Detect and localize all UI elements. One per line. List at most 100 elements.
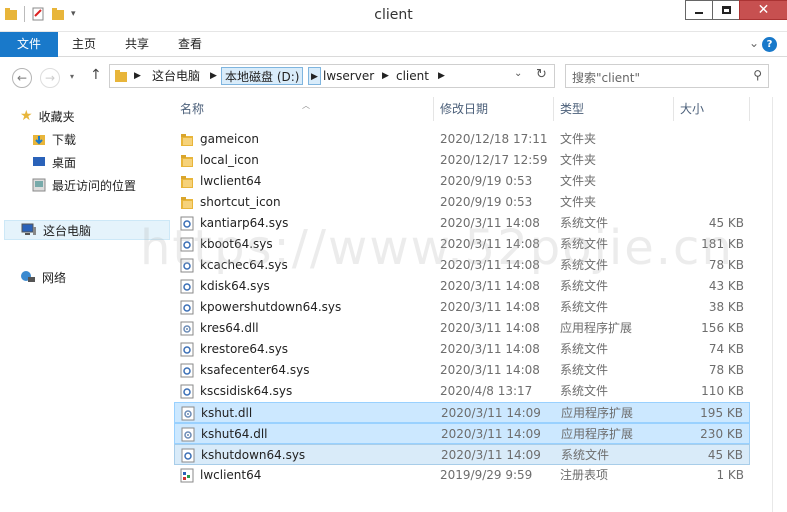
file-row[interactable]: kpowershutdown64.sys 2020/3/11 14:08 系统文件 3… xyxy=(174,297,750,318)
tab-file[interactable]: 文件 xyxy=(0,32,58,57)
system-file-icon xyxy=(180,237,194,252)
sidebar-item-favorites[interactable]: ★ 收藏夹 xyxy=(20,106,75,126)
file-type: 文件夹 xyxy=(560,132,597,146)
close-button[interactable]: ✕ xyxy=(739,0,787,20)
folder-icon xyxy=(181,134,193,146)
sidebar-item-desktop[interactable]: 桌面 xyxy=(32,152,76,172)
file-row[interactable]: lwclient64 2019/9/29 9:59 注册表项 1 KB xyxy=(174,465,750,486)
vertical-scrollbar[interactable] xyxy=(772,97,787,512)
file-date: 2020/3/11 14:08 xyxy=(440,300,540,314)
file-type: 系统文件 xyxy=(560,258,609,272)
file-date: 2020/3/11 14:09 xyxy=(441,427,541,441)
sidebar-item-label: 网络 xyxy=(42,270,67,285)
file-size: 78 KB xyxy=(708,258,744,272)
sidebar-item-network[interactable]: 网络 xyxy=(20,267,66,287)
file-size: 181 KB xyxy=(701,237,744,251)
system-file-icon xyxy=(180,279,194,294)
file-name: kres64.dll xyxy=(200,321,259,335)
file-name: kpowershutdown64.sys xyxy=(200,300,342,314)
file-name: krestore64.sys xyxy=(200,342,289,356)
file-row[interactable]: gameicon 2020/12/18 17:11 文件夹 xyxy=(174,129,750,150)
file-type: 文件夹 xyxy=(560,195,597,209)
file-type: 系统文件 xyxy=(560,279,609,293)
breadcrumb-client[interactable]: client xyxy=(396,67,429,85)
file-row[interactable]: kshut.dll 2020/3/11 14:09 应用程序扩展 195 KB xyxy=(174,402,750,423)
file-row[interactable]: ksafecenter64.sys 2020/3/11 14:08 系统文件 78 K… xyxy=(174,360,750,381)
file-name: lwclient64 xyxy=(200,468,262,482)
file-name: kshut.dll xyxy=(201,406,253,420)
file-row[interactable]: kscsidisk64.sys 2020/4/8 13:17 系统文件 110 KB xyxy=(174,381,750,402)
file-row[interactable]: kres64.dll 2020/3/11 14:08 应用程序扩展 156 KB xyxy=(174,318,750,339)
column-header-label: 类型 xyxy=(560,102,585,116)
file-row[interactable]: kdisk64.sys 2020/3/11 14:08 系统文件 43 KB xyxy=(174,276,750,297)
help-icon[interactable]: ? xyxy=(762,37,777,52)
file-row[interactable]: kcachec64.sys 2020/3/11 14:08 系统文件 78 KB xyxy=(174,255,750,276)
file-date: 2020/3/11 14:08 xyxy=(440,321,540,335)
recent-locations-icon[interactable]: ▾ xyxy=(70,72,74,81)
breadcrumb-arrow-icon[interactable]: ▶ xyxy=(382,67,389,85)
file-type: 文件夹 xyxy=(560,174,597,188)
file-date: 2020/3/11 14:08 xyxy=(440,342,540,356)
file-type: 应用程序扩展 xyxy=(561,406,634,420)
navigation-bar: ← → ▾ ↑ ▶ 这台电脑 ▶ 本地磁盘 (D:) ▶ lwserver ▶ … xyxy=(0,58,787,96)
tab-view[interactable]: 查看 xyxy=(170,32,210,57)
file-date: 2020/3/11 14:08 xyxy=(440,216,540,230)
search-placeholder: 搜索"client" xyxy=(572,71,640,85)
file-row[interactable]: local_icon 2020/12/17 12:59 文件夹 xyxy=(174,150,750,171)
file-name: local_icon xyxy=(200,153,259,167)
breadcrumb-arrow-icon[interactable]: ▶ xyxy=(134,67,141,85)
chevron-down-icon[interactable]: ⌄ xyxy=(749,36,759,50)
chevron-down-icon[interactable]: ⌄ xyxy=(514,68,522,79)
minimize-button[interactable] xyxy=(685,0,712,20)
sidebar-item-label: 最近访问的位置 xyxy=(52,178,137,193)
sidebar-item-recent[interactable]: 最近访问的位置 xyxy=(32,175,136,195)
file-size: 38 KB xyxy=(708,300,744,314)
file-size: 156 KB xyxy=(701,321,744,335)
file-row[interactable]: kshutdown64.sys 2020/3/11 14:09 系统文件 45 KB xyxy=(174,444,750,465)
breadcrumb-thispc[interactable]: 这台电脑 xyxy=(152,67,200,85)
column-header-type[interactable]: 类型 xyxy=(554,97,674,121)
dll-file-icon xyxy=(181,427,195,442)
forward-button[interactable]: → xyxy=(40,68,60,88)
system-file-icon xyxy=(180,363,194,378)
sidebar-item-thispc[interactable]: 这台电脑 xyxy=(4,220,170,240)
breadcrumb-lwserver[interactable]: lwserver xyxy=(323,67,374,85)
column-header-name[interactable]: 名称 ︿ xyxy=(174,97,434,121)
file-type: 系统文件 xyxy=(561,448,610,462)
file-date: 2020/12/17 12:59 xyxy=(440,153,548,167)
system-file-icon xyxy=(180,384,194,399)
file-name: kantiarp64.sys xyxy=(200,216,289,230)
up-arrow-icon[interactable]: ↑ xyxy=(90,67,102,83)
search-icon[interactable]: ⚲ xyxy=(753,68,762,82)
computer-icon xyxy=(21,223,36,235)
search-input[interactable]: 搜索"client" ⚲ xyxy=(565,64,769,88)
system-file-icon xyxy=(180,342,194,357)
sidebar-item-label: 桌面 xyxy=(52,155,77,170)
file-size: 110 KB xyxy=(701,384,744,398)
star-icon: ★ xyxy=(20,108,33,124)
breadcrumb-arrow-icon[interactable]: ▶ xyxy=(210,67,217,85)
column-header-date[interactable]: 修改日期 xyxy=(434,97,554,121)
file-row[interactable]: kshut64.dll 2020/3/11 14:09 应用程序扩展 230 KB xyxy=(174,423,750,444)
sort-ascending-icon: ︿ xyxy=(302,101,310,110)
tab-share[interactable]: 共享 xyxy=(117,32,157,57)
file-row[interactable]: lwclient64 2020/9/19 0:53 文件夹 xyxy=(174,171,750,192)
file-row[interactable]: shortcut_icon 2020/9/19 0:53 文件夹 xyxy=(174,192,750,213)
file-name: kshutdown64.sys xyxy=(201,448,306,462)
recent-places-icon xyxy=(32,178,46,192)
file-name: kshut64.dll xyxy=(201,427,268,441)
maximize-button[interactable] xyxy=(712,0,739,20)
column-header-size[interactable]: 大小 xyxy=(674,97,750,121)
refresh-icon[interactable]: ↻ xyxy=(536,67,547,82)
breadcrumb-arrow-icon[interactable]: ▶ xyxy=(308,67,321,85)
file-row[interactable]: kantiarp64.sys 2020/3/11 14:08 系统文件 45 KB xyxy=(174,213,750,234)
breadcrumb-arrow-icon[interactable]: ▶ xyxy=(438,67,445,85)
breadcrumb-drive-d[interactable]: 本地磁盘 (D:) xyxy=(221,67,304,85)
sidebar-item-downloads[interactable]: 下载 xyxy=(32,129,76,149)
back-button[interactable]: ← xyxy=(12,68,32,88)
file-date: 2020/3/11 14:08 xyxy=(440,237,540,251)
file-row[interactable]: kboot64.sys 2020/3/11 14:08 系统文件 181 KB xyxy=(174,234,750,255)
address-bar[interactable]: ▶ 这台电脑 ▶ 本地磁盘 (D:) ▶ lwserver ▶ client ▶… xyxy=(109,64,555,88)
tab-home[interactable]: 主页 xyxy=(64,32,104,57)
file-row[interactable]: krestore64.sys 2020/3/11 14:08 系统文件 74 KB xyxy=(174,339,750,360)
